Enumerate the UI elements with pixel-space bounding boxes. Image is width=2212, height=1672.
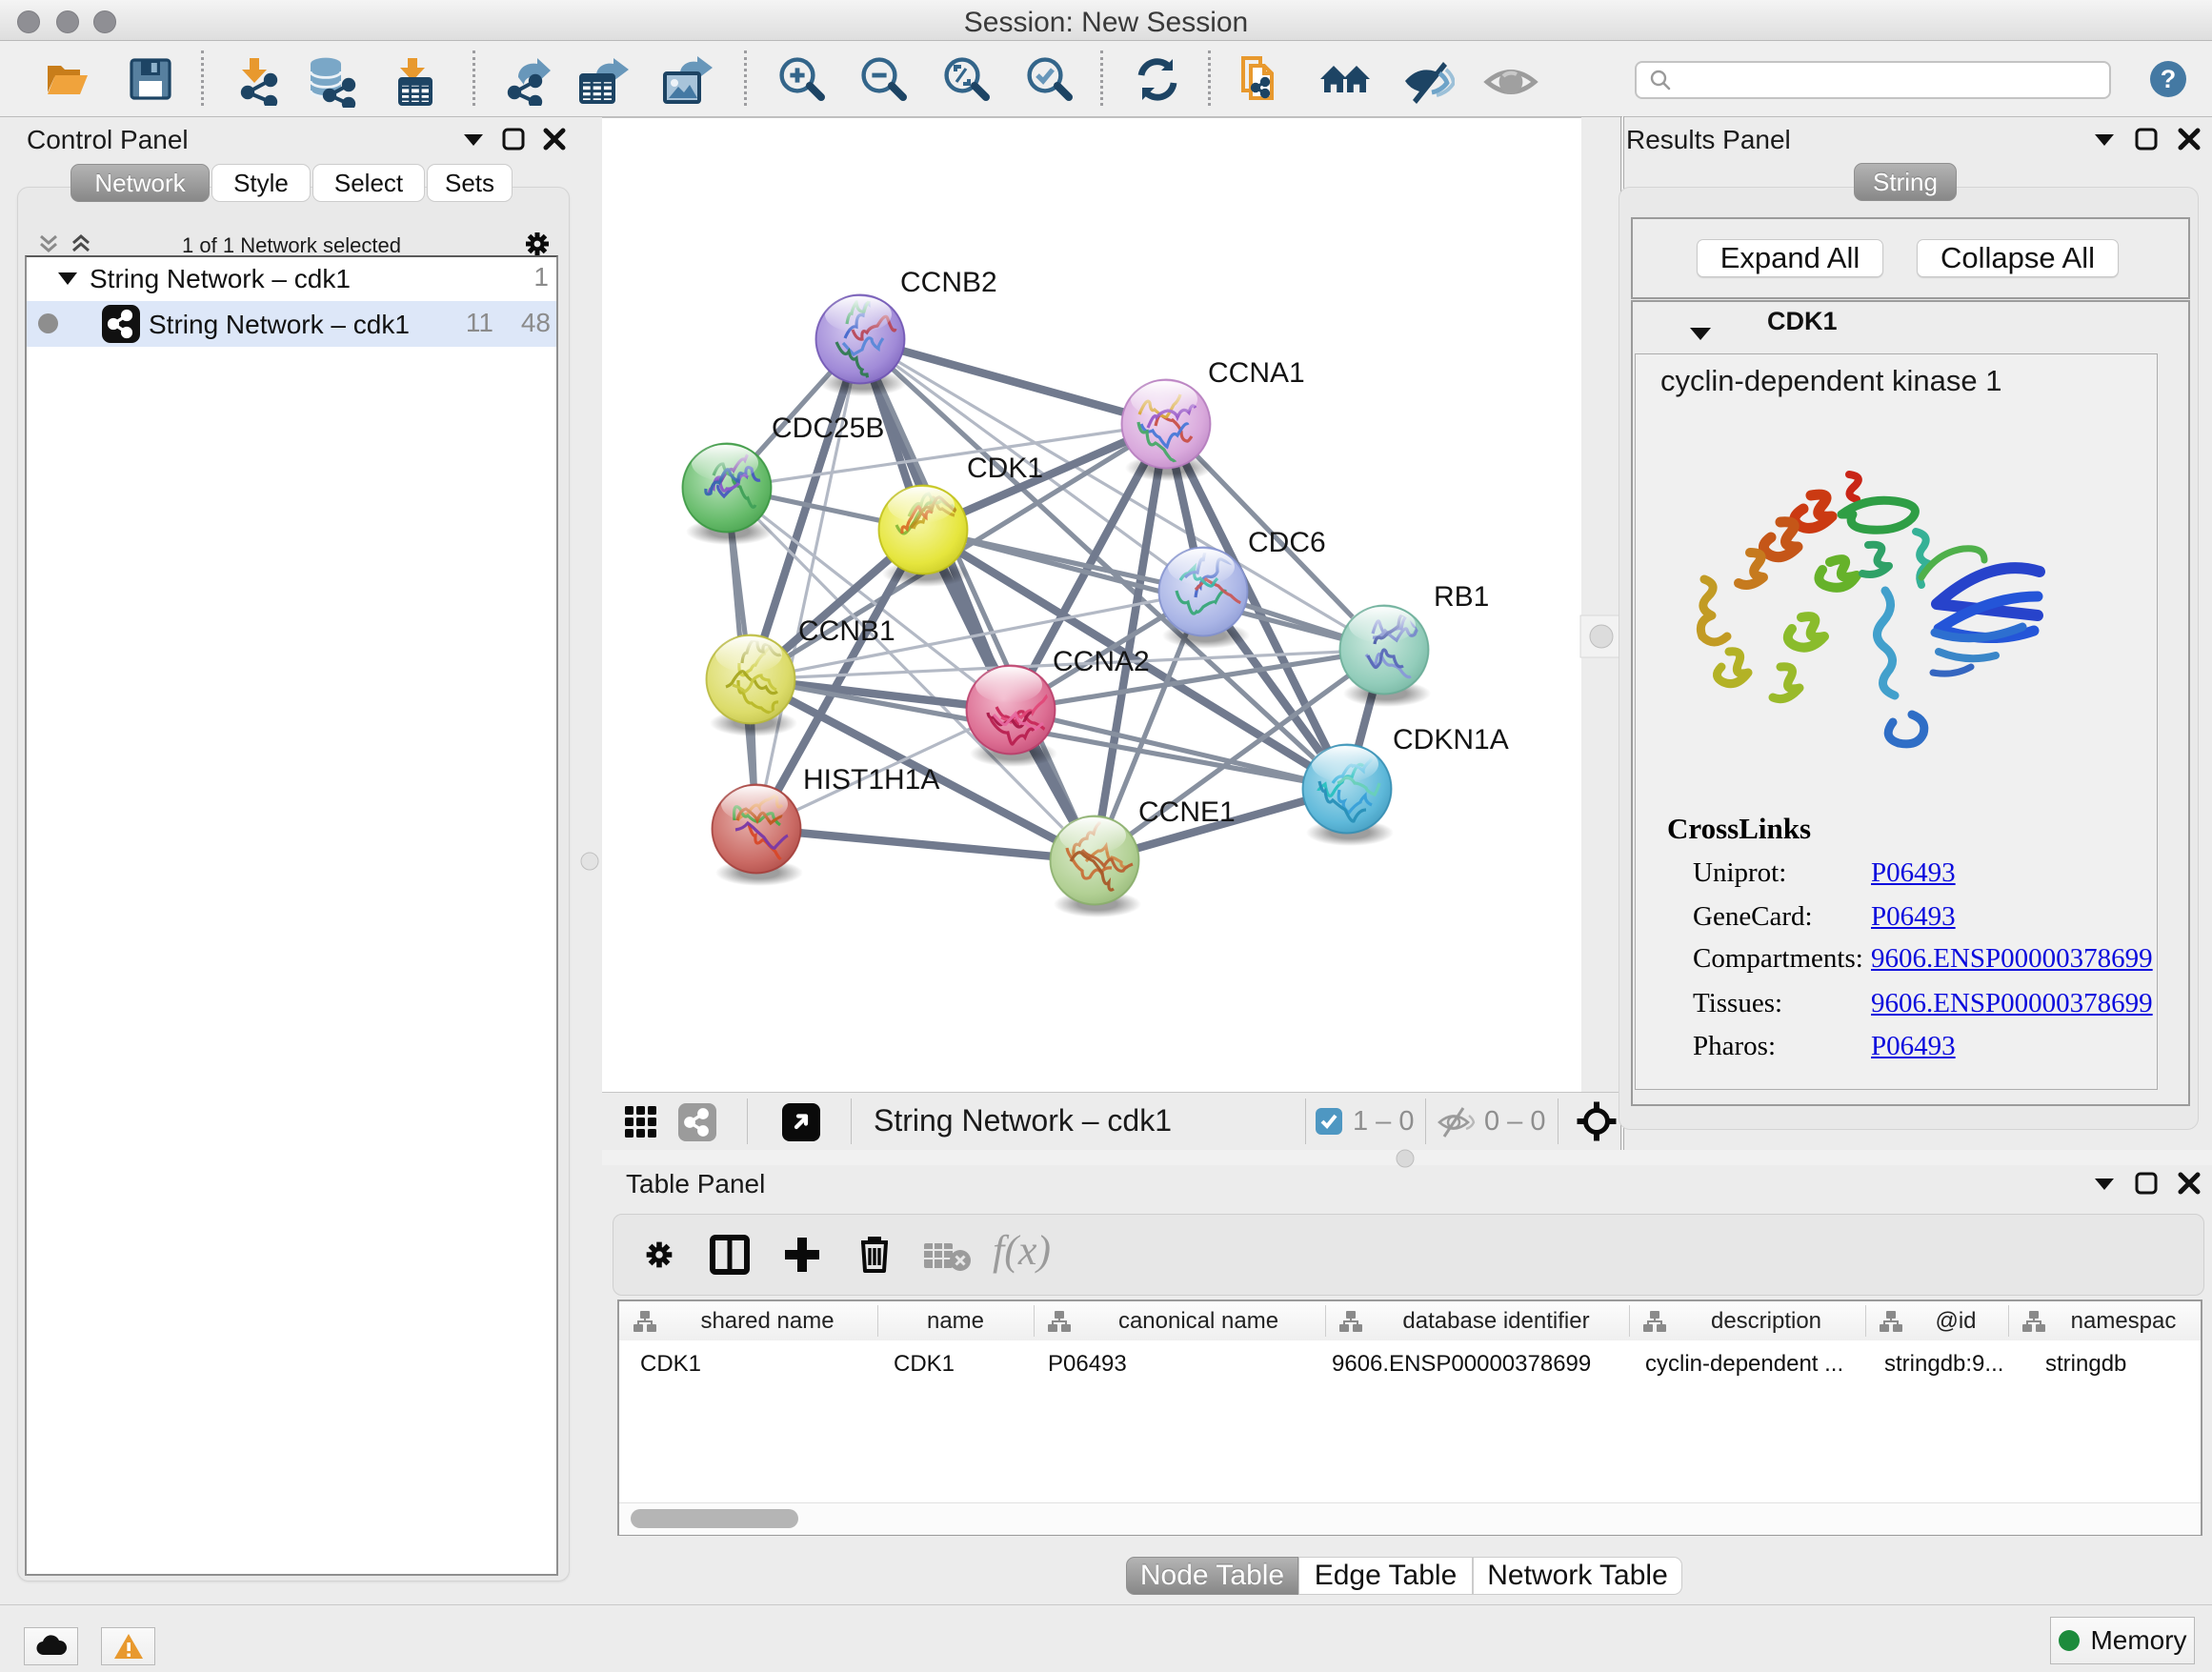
svg-text:CCNE1: CCNE1 bbox=[1138, 796, 1236, 828]
svg-text:CCNA1: CCNA1 bbox=[1208, 357, 1305, 389]
svg-text:CDC25B: CDC25B bbox=[772, 413, 884, 444]
svg-text:CCNB2: CCNB2 bbox=[900, 267, 997, 298]
svg-text:HIST1H1A: HIST1H1A bbox=[803, 764, 939, 796]
svg-text:CDC6: CDC6 bbox=[1248, 527, 1326, 558]
svg-text:CCNA2: CCNA2 bbox=[1053, 646, 1150, 677]
svg-text:CDK1: CDK1 bbox=[967, 453, 1043, 484]
svg-text:RB1: RB1 bbox=[1434, 581, 1489, 613]
svg-text:?: ? bbox=[2161, 65, 2177, 93]
svg-text:CCNB1: CCNB1 bbox=[798, 615, 895, 647]
svg-text:CDKN1A: CDKN1A bbox=[1393, 724, 1509, 755]
